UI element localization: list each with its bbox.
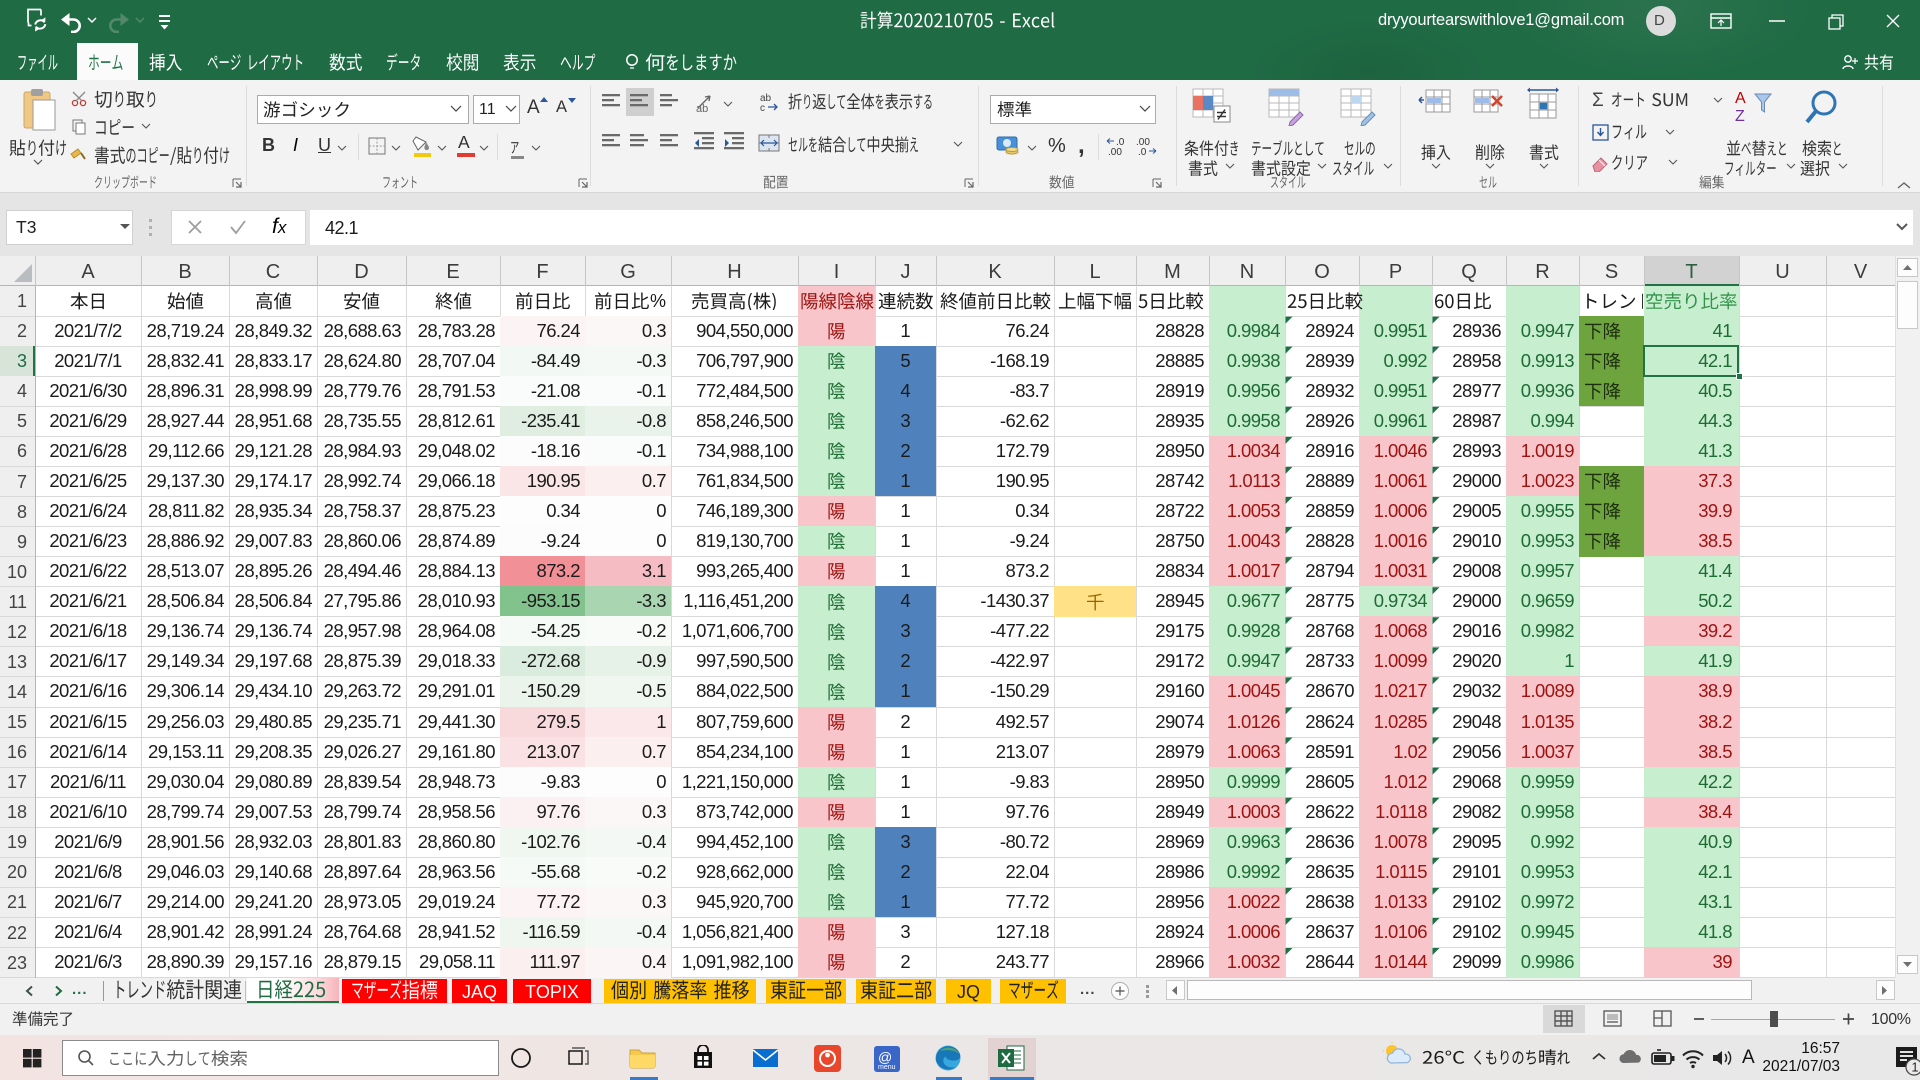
svg-text:Z: Z <box>1735 108 1745 125</box>
svg-text:1: 1 <box>1912 1061 1919 1075</box>
svg-text:@: @ <box>878 1049 892 1065</box>
svg-text:ab: ab <box>696 103 708 114</box>
svg-text:Σ: Σ <box>1592 90 1604 110</box>
svg-text:A: A <box>1735 90 1746 107</box>
svg-text:.0: .0 <box>1138 147 1147 156</box>
svg-text:c: c <box>760 103 765 112</box>
svg-text:menu: menu <box>878 1064 896 1071</box>
svg-text:.00: .00 <box>1108 147 1122 156</box>
